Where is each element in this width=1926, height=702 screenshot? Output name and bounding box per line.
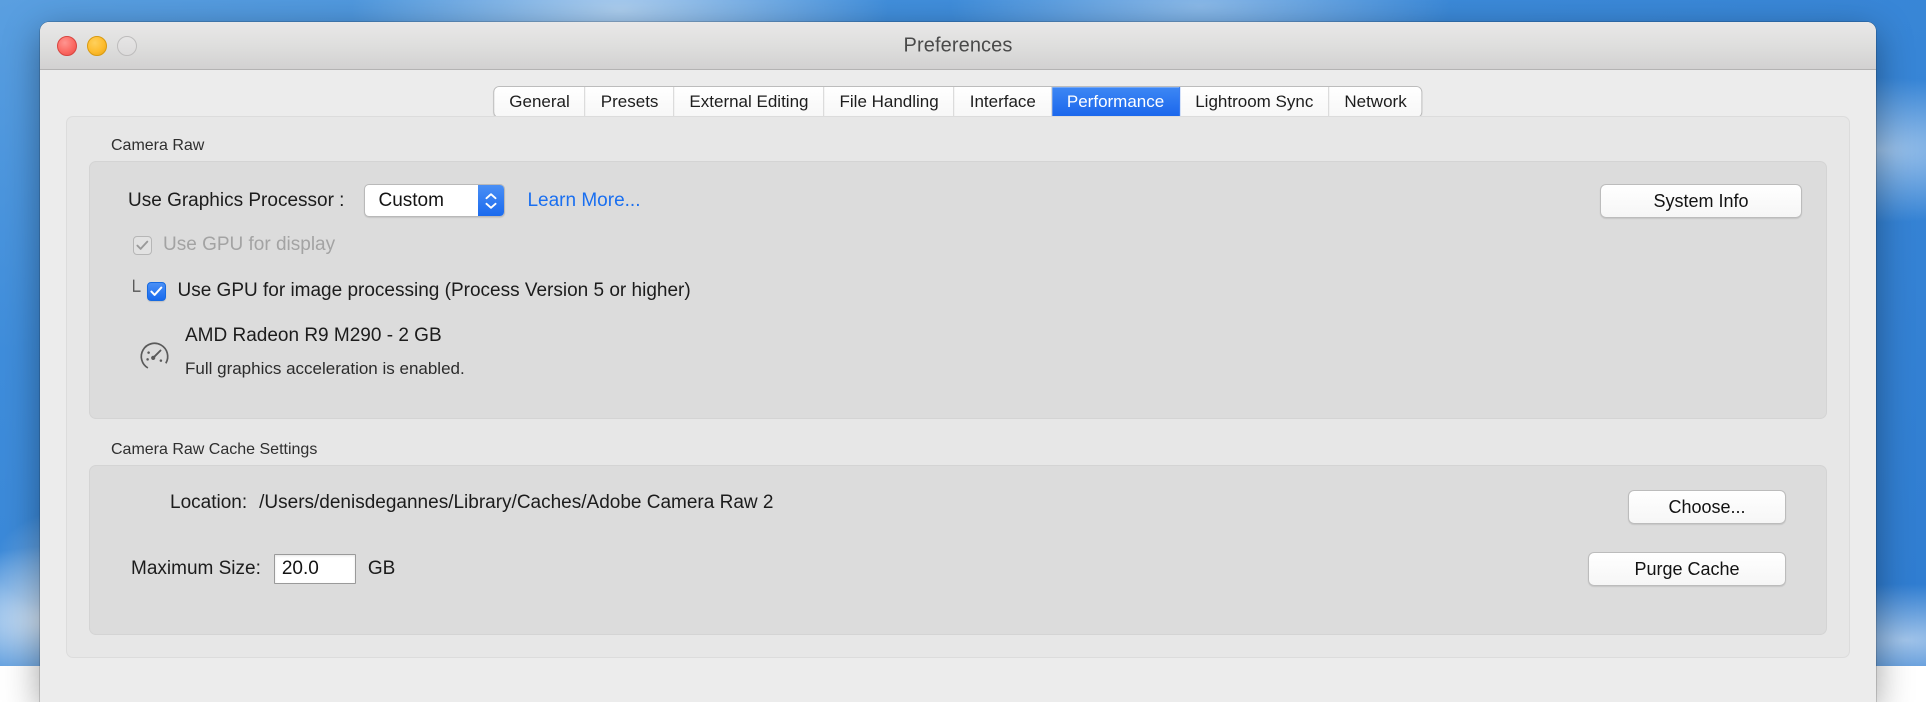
cache-max-size-unit: GB bbox=[368, 558, 395, 580]
use-gpu-display-checkbox bbox=[133, 236, 152, 255]
tab-interface[interactable]: Interface bbox=[955, 87, 1052, 117]
graphics-processor-label: Use Graphics Processor : bbox=[128, 190, 344, 212]
camera-raw-group-label: Camera Raw bbox=[111, 137, 1827, 155]
cache-location-label: Location: bbox=[170, 492, 247, 514]
graphics-processor-value: Custom bbox=[365, 190, 478, 212]
use-gpu-display-row[interactable]: Use GPU for display bbox=[133, 234, 335, 256]
cache-max-size-input[interactable] bbox=[274, 554, 356, 584]
window-title: Preferences bbox=[40, 34, 1876, 57]
cache-location-value: /Users/denisdegannes/Library/Caches/Adob… bbox=[259, 492, 773, 514]
gpu-info-text: AMD Radeon R9 M290 - 2 GB Full graphics … bbox=[185, 325, 465, 379]
use-gpu-processing-label: Use GPU for image processing (Process Ve… bbox=[177, 280, 690, 302]
camera-raw-group: Use Graphics Processor : Custom Learn Mo… bbox=[89, 161, 1827, 419]
tabstrip-container: General Presets External Editing File Ha… bbox=[40, 70, 1876, 116]
graphics-processor-select[interactable]: Custom bbox=[364, 184, 505, 217]
cache-group-label: Camera Raw Cache Settings bbox=[111, 441, 1827, 459]
performance-panel: Camera Raw Use Graphics Processor : Cust… bbox=[66, 116, 1850, 658]
gpu-name: AMD Radeon R9 M290 - 2 GB bbox=[185, 325, 465, 347]
cache-location-row: Location: /Users/denisdegannes/Library/C… bbox=[170, 492, 773, 514]
cache-max-size-label: Maximum Size: bbox=[131, 558, 261, 580]
cache-max-size-row: Maximum Size: GB bbox=[131, 554, 395, 584]
use-gpu-processing-checkbox[interactable] bbox=[147, 282, 166, 301]
tab-network[interactable]: Network bbox=[1329, 87, 1421, 117]
tree-elbow-icon: └ bbox=[127, 282, 140, 301]
choose-row: Choose... bbox=[1628, 490, 1786, 524]
purge-row: Purge Cache bbox=[1588, 552, 1786, 586]
preferences-window: Preferences General Presets External Edi… bbox=[40, 22, 1876, 702]
gpu-status: Full graphics acceleration is enabled. bbox=[185, 359, 465, 379]
use-gpu-display-label: Use GPU for display bbox=[163, 234, 335, 256]
preferences-content: Camera Raw Use Graphics Processor : Cust… bbox=[40, 116, 1876, 658]
tab-file-handling[interactable]: File Handling bbox=[825, 87, 955, 117]
system-info-button[interactable]: System Info bbox=[1600, 184, 1802, 218]
purge-cache-button[interactable]: Purge Cache bbox=[1588, 552, 1786, 586]
preferences-tabbar: General Presets External Editing File Ha… bbox=[493, 86, 1422, 118]
chevron-updown-icon bbox=[478, 185, 504, 216]
graphics-processor-row: Use Graphics Processor : Custom Learn Mo… bbox=[128, 184, 640, 217]
choose-button[interactable]: Choose... bbox=[1628, 490, 1786, 524]
tab-lightroom-sync[interactable]: Lightroom Sync bbox=[1180, 87, 1329, 117]
gauge-icon bbox=[138, 340, 171, 378]
window-titlebar[interactable]: Preferences bbox=[40, 22, 1876, 70]
learn-more-link[interactable]: Learn More... bbox=[527, 190, 640, 212]
tab-presets[interactable]: Presets bbox=[586, 87, 675, 117]
system-info-row: System Info bbox=[1600, 184, 1802, 218]
tab-performance[interactable]: Performance bbox=[1052, 87, 1180, 117]
gpu-info-row: AMD Radeon R9 M290 - 2 GB Full graphics … bbox=[138, 325, 465, 379]
tab-external-editing[interactable]: External Editing bbox=[674, 87, 824, 117]
tab-general[interactable]: General bbox=[494, 87, 585, 117]
use-gpu-processing-row[interactable]: └ Use GPU for image processing (Process … bbox=[127, 280, 691, 302]
cache-settings-group: Location: /Users/denisdegannes/Library/C… bbox=[89, 465, 1827, 635]
